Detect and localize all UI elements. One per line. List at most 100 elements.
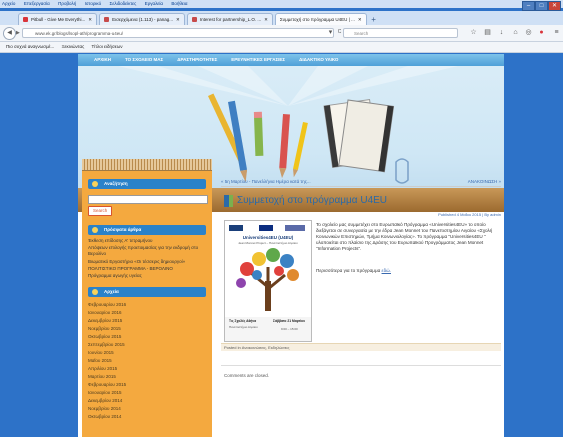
search-bar[interactable]: Search (343, 28, 458, 38)
menu-file[interactable]: Αρχείο (2, 1, 15, 6)
eu-flag-logo (259, 225, 273, 231)
university-logo (229, 225, 243, 231)
archive-link[interactable]: Ιανουαρίου 2016 (88, 310, 208, 316)
mail-icon (104, 17, 110, 22)
close-tab-icon[interactable]: ✕ (264, 14, 268, 25)
archive-link[interactable]: Δεκεμβρίου 2014 (88, 398, 208, 404)
web-page: ΑΡΧΙΚΗ ΤΟ ΣΧΟΛΕΙΟ ΜΑΣ ΔΡΑΣΤΗΡΙΟΤΗΤΕΣ ΕΡΕ… (78, 54, 504, 437)
tab-u4eu[interactable]: Συμμετοχή στο πρόγραμμα U4EU | ... ✕ (274, 13, 367, 25)
tab-inbox[interactable]: Εισερχόμενα (1.113) - panag... ✕ (99, 13, 185, 25)
tab-pitbull[interactable]: Pitbull - Give Me Everythi... ✕ (18, 13, 98, 25)
close-tab-icon[interactable]: ✕ (88, 14, 92, 25)
archive-link[interactable]: Απριλίου 2015 (88, 366, 208, 372)
close-tab-icon[interactable]: ✕ (176, 14, 180, 25)
minimize-button[interactable]: – (522, 1, 535, 11)
mail-icon (191, 17, 197, 22)
archive-link[interactable]: Οκτωβρίου 2015 (88, 334, 208, 340)
recent-post-link[interactable]: ΠΟΛΙΤΙΣΤΙΚΟ ΠΡΟΓΡΑΜΜΑ - ΒΕΡΟΛΙΝΟ (88, 266, 208, 272)
menu-edit[interactable]: Επεξεργασία (24, 1, 50, 6)
search-widget-title: Αναζήτηση (88, 179, 206, 189)
nav-school[interactable]: ΤΟ ΣΧΟΛΕΙΟ ΜΑΣ (125, 54, 163, 66)
tab-label: Εισερχόμενα (1.113) - panag... (112, 17, 174, 22)
pocket-icon[interactable]: ◎ (524, 28, 533, 37)
back-button[interactable]: ◀ (3, 27, 16, 40)
erasmus-logo (285, 225, 305, 231)
recent-posts-title: Πρόσφατα άρθρα (88, 225, 206, 235)
star-icon[interactable]: ☆ (469, 28, 478, 37)
ruler-decoration (82, 159, 212, 171)
bookmark-headlines[interactable]: Τίτλοι ειδήσεων (92, 44, 123, 49)
archive-link[interactable]: Νοεμβρίου 2014 (88, 406, 208, 412)
divider (221, 186, 501, 187)
menu-bar: Αρχείο Επεξεργασία Προβολή Ιστορικό Σελι… (0, 0, 563, 8)
new-tab-button[interactable]: + (369, 15, 379, 25)
dropdown-icon[interactable]: ▾ (326, 28, 335, 37)
menu-help[interactable]: Βοήθεια (171, 1, 187, 6)
post-title: Συμμετοχή στο πρόγραμμα U4EU (237, 195, 388, 206)
archive-link[interactable]: Ιουνίου 2015 (88, 350, 208, 356)
post-footer: Posted in Ανακοινώσεις, Εκδηλώσεις (221, 343, 501, 351)
address-bar[interactable]: www.ek.gr/blogs/lsopl-ath/programma-u4eu… (22, 28, 334, 38)
comments-closed: Comments are closed. (224, 373, 270, 378)
archive-link[interactable]: Μαρτίου 2015 (88, 374, 208, 380)
nav-research[interactable]: ΕΡΕΥΝΗΤΙΚΕΣ ΕΡΓΑΣΙΕΣ (231, 54, 285, 66)
bookmark-most-visited[interactable]: Πιο συχνά αναγνωσμέ... (6, 44, 54, 49)
main-content: « 5η Μαρτίου - Πανελλήνια Ημέρα κατά της… (221, 159, 501, 437)
maximize-button[interactable]: □ (535, 1, 548, 11)
forward-button[interactable]: ▶ (16, 30, 20, 36)
bookmark-getting-started[interactable]: Ξεκινώντας (62, 44, 85, 49)
next-post-link[interactable]: ΑΝΑΚΟΙΝΩΣΗ » (468, 179, 501, 184)
url-text: www.ek.gr/blogs/lsopl-ath/programma-u4eu… (35, 31, 124, 36)
archives-icon (92, 289, 98, 295)
nav-material[interactable]: ΔΙΔΑΚΤΙΚΟ ΥΛΙΚΟ (299, 54, 338, 66)
close-window-button[interactable]: ✕ (548, 1, 561, 11)
home-icon[interactable]: ⌂ (511, 28, 520, 37)
bookmarks-bar: Πιο συχνά αναγνωσμέ... Ξεκινώντας Τίτλοι… (0, 42, 563, 53)
hamburger-menu-icon[interactable]: ≡ (552, 28, 561, 37)
addon-icon[interactable]: ● (537, 28, 546, 37)
archive-link[interactable]: Φεβρουαρίου 2016 (88, 302, 208, 308)
archive-link[interactable]: Σεπτεμβρίου 2015 (88, 342, 208, 348)
download-icon[interactable]: ↓ (497, 28, 506, 37)
archive-link[interactable]: Νοεμβρίου 2015 (88, 326, 208, 332)
tab-partnership[interactable]: Interest for partnership_L.O. ... ✕ (186, 13, 273, 25)
nav-activities[interactable]: ΔΡΑΣΤΗΡΙΟΤΗΤΕΣ (177, 54, 217, 66)
poster-right-label: Σάββατο 21 Μαρτίου (273, 319, 305, 323)
tree-illustration (236, 248, 299, 311)
archive-link[interactable]: Οκτωβρίου 2014 (88, 414, 208, 420)
sidebar: Αναζήτηση Search Πρόσφατα άρθρα Έκθεση ε… (82, 159, 212, 437)
poster-left-label: Τις Σχολές Αθήνα (229, 319, 257, 323)
poster-title: Universities4EU (U4EU) (242, 235, 294, 240)
clipboard-icon[interactable]: ▤ (483, 28, 492, 37)
menu-history[interactable]: Ιστορικό (85, 1, 102, 6)
youtube-icon (23, 17, 28, 22)
nav-home[interactable]: ΑΡΧΙΚΗ (94, 54, 111, 66)
recent-post-link[interactable]: Πρόγραμμα αγωγής υγείας (88, 273, 208, 279)
menu-tools[interactable]: Εργαλεία (145, 1, 163, 6)
site-nav: ΑΡΧΙΚΗ ΤΟ ΣΧΟΛΕΙΟ ΜΑΣ ΔΡΑΣΤΗΡΙΟΤΗΤΕΣ ΕΡΕ… (78, 54, 504, 66)
post-book-icon (224, 195, 233, 207)
poster-left-sub: Πανεπιστήμιο Αιγαίου (229, 325, 258, 329)
tab-label: Interest for partnership_L.O. ... (199, 17, 262, 22)
divider (221, 365, 501, 366)
archive-link[interactable]: Μαΐου 2015 (88, 358, 208, 364)
previous-post-link[interactable]: « 5η Μαρτίου - Πανελλήνια Ημέρα κατά της… (221, 179, 311, 184)
poster-right-time: 9:00 – 15:00 (281, 327, 298, 331)
search-input[interactable] (88, 195, 208, 204)
menu-view[interactable]: Προβολή (58, 1, 76, 6)
recent-post-link[interactable]: Απόψεων επιλογής προετοιμασίας για την ε… (88, 245, 208, 257)
archive-link[interactable]: Δεκεμβρίου 2015 (88, 318, 208, 324)
recent-post-link[interactable]: Έκθεση επίδοσης Α' τετραμήνου (88, 238, 208, 244)
search-button[interactable]: Search (88, 206, 113, 216)
window-controls: – □ ✕ (522, 1, 561, 11)
recent-post-link[interactable]: Βιωματικό Εργαστήριο «Οι τέσσερις δημιου… (88, 259, 208, 265)
close-tab-icon[interactable]: ✕ (358, 14, 362, 25)
menu-bookmarks[interactable]: Σελιδοδείκτες (110, 1, 137, 6)
archive-link[interactable]: Ιανουαρίου 2015 (88, 390, 208, 396)
archive-link[interactable]: Φεβρουαρίου 2015 (88, 382, 208, 388)
search-placeholder: Search (354, 31, 369, 36)
more-info: Περισσότερα για το πρόγραμμα εδώ. (316, 268, 391, 273)
recent-posts-icon (92, 227, 98, 233)
tab-label: Συμμετοχή στο πρόγραμμα U4EU | ... (279, 17, 355, 22)
more-info-link[interactable]: εδώ. (382, 268, 391, 273)
